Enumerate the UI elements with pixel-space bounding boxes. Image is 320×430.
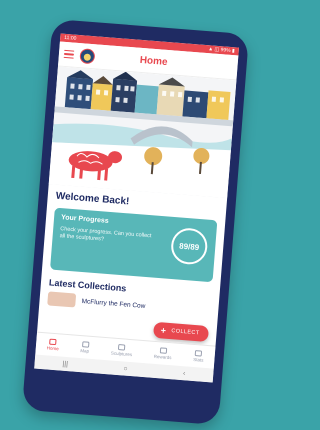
progress-card[interactable]: Your Progress Check your progress. Can y… <box>50 207 218 283</box>
trophy-icon <box>159 347 167 354</box>
phone-screen: 11:00 ▲ ◫ 99% ▮ Home Welcome Back! Your … <box>34 33 240 383</box>
progress-count: 89/89 <box>178 241 200 252</box>
collection-name: McFlurry the Fen Cow <box>81 297 146 310</box>
nav-label: Stats <box>193 356 204 363</box>
nav-label: Home <box>46 345 59 352</box>
nav-label: Map <box>80 348 90 354</box>
back-button[interactable]: ‹ <box>183 370 186 377</box>
town-illustration <box>48 66 237 199</box>
nav-label: Sculptures <box>110 350 133 358</box>
nav-item-rewards[interactable]: Rewards <box>154 347 173 360</box>
status-time: 11:00 <box>63 34 77 42</box>
home-icon <box>49 338 57 346</box>
nav-label: Rewards <box>153 353 172 361</box>
avatar[interactable] <box>79 47 96 64</box>
recents-button[interactable]: ||| <box>62 360 68 367</box>
nav-item-map[interactable]: Map <box>80 341 90 354</box>
plus-icon: + <box>160 324 167 336</box>
collect-button[interactable]: + COLLECT <box>153 321 210 343</box>
page-title: Home <box>139 54 168 68</box>
nav-item-home[interactable]: Home <box>47 338 60 351</box>
map-pin-icon <box>81 341 90 348</box>
sculpture-icon <box>118 344 126 351</box>
progress-text: Check your progress. Can you collect all… <box>59 226 152 243</box>
home-button[interactable]: ○ <box>123 365 128 372</box>
phone-frame: 11:00 ▲ ◫ 99% ▮ Home Welcome Back! Your … <box>21 18 250 426</box>
stats-icon <box>195 350 203 357</box>
nav-item-stats[interactable]: Stats <box>193 350 204 363</box>
hero-illustration <box>48 66 237 199</box>
collection-thumbnail <box>47 291 77 308</box>
collect-button-label: COLLECT <box>171 328 200 337</box>
progress-ring: 89/89 <box>169 226 209 266</box>
menu-icon[interactable] <box>63 49 75 59</box>
stage: 11:00 ▲ ◫ 99% ▮ Home Welcome Back! Your … <box>0 0 271 430</box>
nav-item-sculptures[interactable]: Sculptures <box>110 344 133 358</box>
